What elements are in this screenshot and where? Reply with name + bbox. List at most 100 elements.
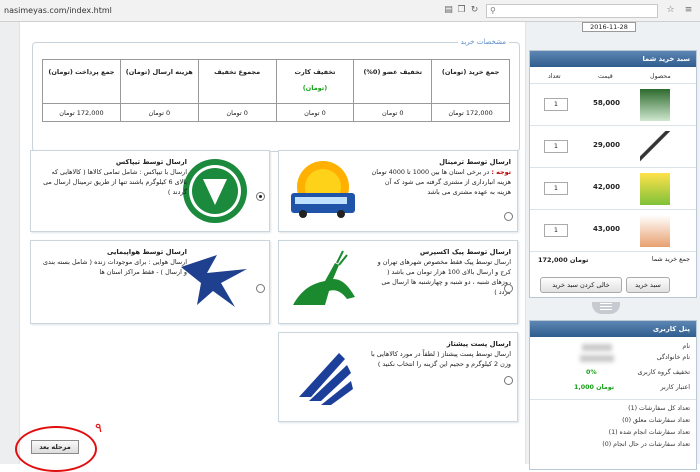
search-icon: ⚲ [490, 6, 496, 15]
orders-pending[interactable]: تعداد سفارشات معلق (0) [622, 417, 690, 424]
reload-icon[interactable]: ↻ [469, 5, 480, 16]
product-image[interactable] [640, 173, 670, 205]
header-total-discount: مجموع تخفیف [197, 59, 277, 104]
reader-view-icon[interactable]: ▤ [443, 5, 454, 16]
browser-toolbar: nasimeyas.com/index.html ▤ ❐ ↻ ⚲ ☆ ≡ [0, 0, 700, 22]
item-price: 42,000 [593, 183, 621, 191]
shipping-option-air[interactable]: ارسال توسط هواپیمایی ارسال هوایی : برای … [30, 240, 270, 324]
terminal-note: توجه : [491, 168, 511, 176]
group-discount-label: تخفیف گروه کاربری [637, 369, 690, 376]
value-purchase-sum: 172,000 تومان [431, 103, 510, 122]
group-discount-value: 0% [586, 369, 597, 376]
product-image[interactable] [640, 89, 670, 121]
purchase-summary-table: جمع خرید (تومان) تخفیف عضو (0%) تخفیف کا… [42, 59, 510, 122]
header-card-discount: تخفیف کارت (تومان) [275, 59, 355, 104]
airline-logo-icon [177, 247, 253, 315]
cart-item: 1 58,000 [530, 83, 696, 125]
air-text: ارسال هوایی : برای موجودات زنده ( شامل ب… [42, 258, 187, 276]
item-price: 29,000 [593, 141, 621, 149]
radio-express[interactable] [504, 284, 513, 293]
user-panel: پنل کاربری نام نام خانوادگی تخفیف گروه ک… [529, 320, 697, 470]
post-description: ارسال پست پیشتاز ارسال توسط پست پیشتاز (… [371, 339, 511, 369]
header-payment-sum: جمع پرداخت (تومان) [42, 59, 121, 104]
credit-value: 1,000 تومان [574, 384, 615, 391]
product-image[interactable] [640, 131, 670, 163]
family-label: نام خانوادگی [656, 354, 690, 361]
date-display: 2016-11-28 [582, 22, 636, 32]
bus-logo-icon [285, 157, 361, 225]
user-panel-title: پنل کاربری [530, 321, 696, 337]
value-card-discount: 0 تومان [275, 103, 355, 122]
copy-icon[interactable]: ❐ [456, 5, 467, 16]
tipax-description: ارسال توسط تیپاکس ارسال با تیپاکس : شامل… [39, 157, 187, 197]
cart-total-value: 172,000 تومان [538, 256, 589, 264]
product-image[interactable] [640, 215, 670, 247]
orders-in-progress[interactable]: تعداد سفارشات در حال انجام (0) [602, 441, 690, 448]
card-discount-unit: (تومان) [302, 84, 328, 92]
express-description: ارسال توسط پیک اکسپرس ارسال توسط پیک فقط… [371, 247, 511, 297]
cart-panel: سبد خرید شما محصول قیمت تعداد 1 58,000 1… [529, 50, 697, 298]
post-text: ارسال توسط پست پیشتاز ( لطفاً در مورد کا… [371, 350, 511, 368]
qty-input[interactable]: 1 [544, 140, 568, 153]
item-price: 43,000 [593, 225, 621, 233]
bookmark-star-icon[interactable]: ☆ [665, 5, 676, 16]
orders-done[interactable]: تعداد سفارشات انجام شده (1) [609, 429, 690, 436]
terminal-title: ارسال توسط ترمینال [439, 158, 511, 166]
collapse-handle[interactable] [592, 302, 620, 314]
cart-col-price: قیمت [598, 73, 613, 80]
header-member-discount: تخفیف عضو (0%) [353, 59, 433, 104]
value-member-discount: 0 تومان [353, 103, 433, 122]
table-row: 172,000 تومان 0 تومان 0 تومان 0 تومان 0 … [42, 103, 510, 122]
radio-terminal[interactable] [504, 212, 513, 221]
air-description: ارسال توسط هواپیمایی ارسال هوایی : برای … [39, 247, 187, 277]
radio-post[interactable] [504, 376, 513, 385]
item-price: 58,000 [593, 99, 621, 107]
radio-tipax[interactable] [256, 192, 265, 201]
page: مشخصات خرید جمع خرید (تومان) تخفیف عضو (… [0, 22, 700, 472]
shipping-option-express[interactable]: ارسال توسط پیک اکسپرس ارسال توسط پیک فقط… [278, 240, 518, 324]
value-payment-sum: 172,000 تومان [42, 103, 121, 122]
value-shipping-cost: 0 تومان [119, 103, 199, 122]
annotation-number: ۹ [95, 421, 102, 436]
right-sidebar: 2016-11-28 سبد خرید شما محصول قیمت تعداد… [526, 22, 700, 470]
value-total-discount: 0 تومان [197, 103, 277, 122]
view-cart-button[interactable]: سبد خرید [626, 277, 670, 293]
name-label: نام [682, 343, 690, 350]
tipax-text: ارسال با تیپاکس : شامل تمامی کالاها ( کا… [43, 168, 187, 196]
post-logo-icon [285, 343, 361, 411]
shipping-option-tipax[interactable]: ارسال توسط تیپاکس ارسال با تیپاکس : شامل… [30, 150, 270, 232]
qty-input[interactable]: 1 [544, 182, 568, 195]
search-input[interactable]: ⚲ [486, 4, 658, 18]
gazelle-logo-icon [285, 247, 361, 315]
radio-air[interactable] [256, 284, 265, 293]
shipping-option-terminal[interactable]: ارسال توسط ترمینال توجه : در برخی استان … [278, 150, 518, 232]
express-text: ارسال توسط پیک فقط مخصوص شهرهای تهران و … [377, 258, 511, 296]
qty-input[interactable]: 1 [544, 224, 568, 237]
credit-label: اعتبار کاربر [660, 384, 690, 391]
post-title: ارسال پست پیشتاز [446, 340, 511, 348]
cart-total-label: جمع خرید شما [651, 256, 690, 263]
header-shipping-cost: هزینه ارسال (تومان) [119, 59, 199, 104]
left-gutter [0, 22, 20, 464]
blurred-name [582, 344, 612, 351]
purchase-specs-box: مشخصات خرید جمع خرید (تومان) تخفیف عضو (… [32, 38, 520, 152]
specs-title: مشخصات خرید [457, 38, 509, 46]
checkout-main: مشخصات خرید جمع خرید (تومان) تخفیف عضو (… [20, 22, 526, 464]
cart-item: 1 43,000 [530, 209, 696, 251]
orders-total[interactable]: تعداد کل سفارشات (1) [628, 405, 690, 412]
menu-icon[interactable]: ≡ [683, 5, 694, 16]
clear-cart-button[interactable]: خالی کردن سبد خرید [540, 277, 622, 293]
terminal-description: ارسال توسط ترمینال توجه : در برخی استان … [371, 157, 512, 197]
tipax-title: ارسال توسط تیپاکس [115, 158, 187, 166]
cart-item: 1 42,000 [530, 167, 696, 209]
cart-item: 1 29,000 [530, 125, 696, 167]
qty-input[interactable]: 1 [544, 98, 568, 111]
header-purchase-sum: جمع خرید (تومان) [431, 59, 510, 104]
shipping-option-post[interactable]: ارسال پست پیشتاز ارسال توسط پست پیشتاز (… [278, 332, 518, 422]
address-bar[interactable]: nasimeyas.com/index.html [4, 6, 112, 15]
air-title: ارسال توسط هواپیمایی [106, 248, 187, 256]
tipax-logo-icon [177, 157, 253, 225]
next-step-button[interactable]: مرحله بعد [31, 440, 79, 454]
blurred-family [580, 355, 614, 362]
cart-title: سبد خرید شما [530, 51, 696, 67]
